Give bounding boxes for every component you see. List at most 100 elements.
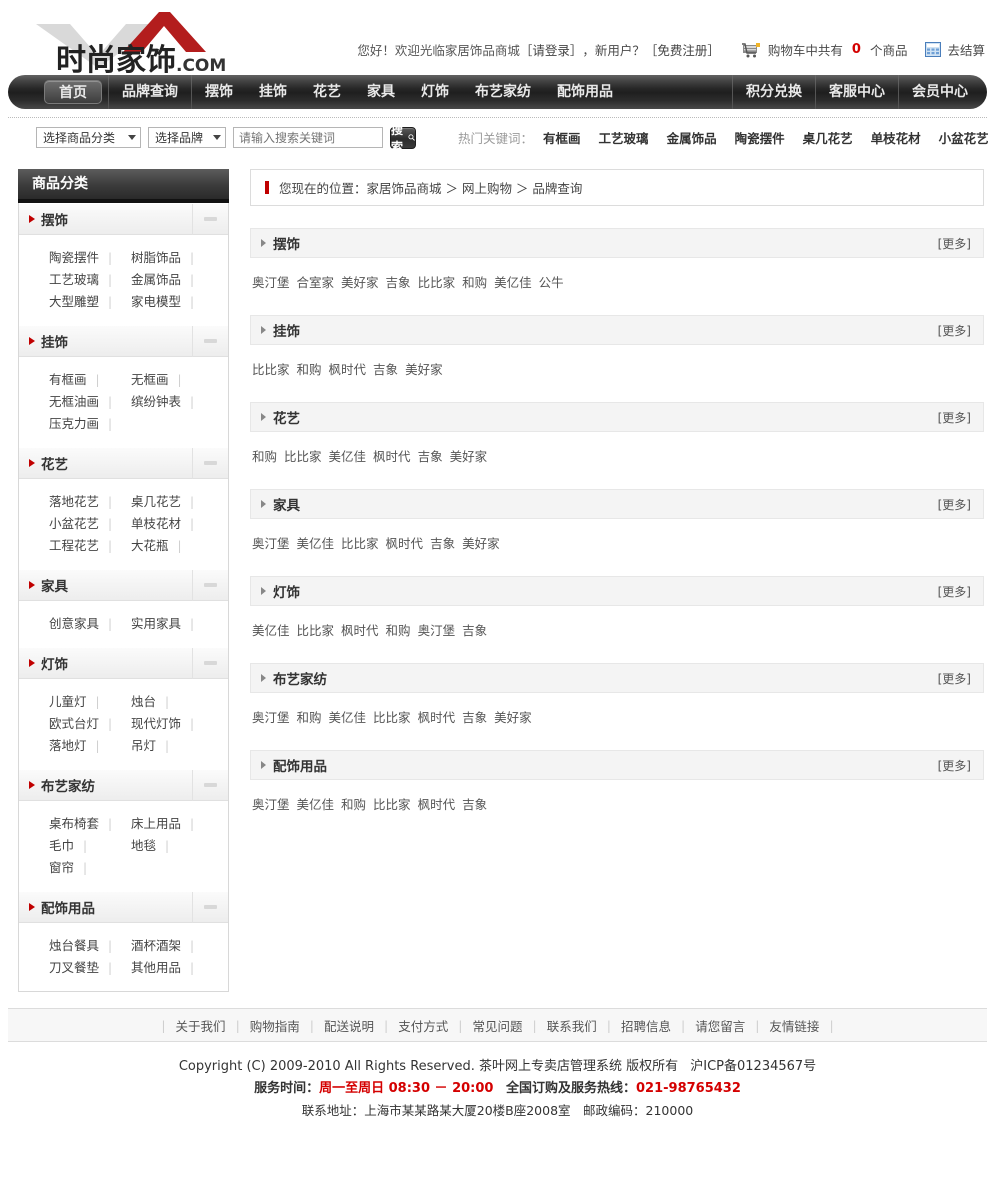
sidebar-sub-item[interactable]: 桌布椅套: [49, 813, 99, 835]
footer-link[interactable]: 友情链接: [759, 1016, 829, 1035]
brand-link[interactable]: 公牛: [539, 275, 564, 290]
more-link[interactable]: [更多]: [938, 583, 971, 600]
nav-item-home[interactable]: 首页: [44, 80, 102, 104]
brand-link[interactable]: 枫时代: [341, 623, 379, 638]
checkout-link[interactable]: 去结算: [925, 40, 985, 59]
brand-link[interactable]: 枫时代: [418, 710, 456, 725]
brand-link[interactable]: 奥汀堡: [252, 536, 290, 551]
footer-link[interactable]: 招聘信息: [611, 1016, 681, 1035]
brand-link[interactable]: 吉象: [462, 797, 487, 812]
nav-item-buyijiafang[interactable]: 布艺家纺: [462, 75, 544, 109]
hot-keyword-4[interactable]: 桌几花艺: [803, 128, 853, 147]
brand-link[interactable]: 吉象: [462, 710, 487, 725]
hot-keyword-3[interactable]: 陶瓷摆件: [735, 128, 785, 147]
nav-item-peishiyongpin[interactable]: 配饰用品: [544, 75, 626, 109]
brand-link[interactable]: 比比家: [373, 710, 411, 725]
sidebar-sub-item[interactable]: 金属饰品: [131, 269, 181, 291]
footer-link[interactable]: 配送说明: [314, 1016, 384, 1035]
sidebar-sub-item[interactable]: 缤纷钟表: [131, 391, 181, 413]
more-link[interactable]: [更多]: [938, 757, 971, 774]
sidebar-group-header[interactable]: 配饰用品: [19, 891, 228, 923]
footer-link[interactable]: 购物指南: [240, 1016, 310, 1035]
brand-link[interactable]: 美亿佳: [329, 710, 367, 725]
brand-link[interactable]: 奥汀堡: [252, 797, 290, 812]
sidebar-sub-item[interactable]: 有框画: [49, 369, 87, 391]
footer-link[interactable]: 支付方式: [388, 1016, 458, 1035]
nav-item-dengshi[interactable]: 灯饰: [408, 75, 462, 109]
brand-link[interactable]: 奥汀堡: [252, 275, 290, 290]
brand-link[interactable]: 美亿佳: [297, 797, 335, 812]
nav-item-jiaju[interactable]: 家具: [354, 75, 408, 109]
sidebar-sub-item[interactable]: 欧式台灯: [49, 713, 99, 735]
sidebar-sub-item[interactable]: 创意家具: [49, 613, 99, 635]
brand-link[interactable]: 枫时代: [418, 797, 456, 812]
sidebar-sub-item[interactable]: 床上用品: [131, 813, 181, 835]
sidebar-sub-item[interactable]: 落地灯: [49, 735, 87, 757]
brand-link[interactable]: 比比家: [341, 536, 379, 551]
sidebar-sub-item[interactable]: 窗帘: [49, 857, 74, 879]
sidebar-sub-item[interactable]: 酒杯酒架: [131, 935, 181, 957]
brand-link[interactable]: 美亿佳: [297, 536, 335, 551]
collapse-button[interactable]: [192, 569, 228, 601]
hot-keyword-6[interactable]: 小盆花艺: [939, 128, 989, 147]
brand-link[interactable]: 枫时代: [329, 362, 367, 377]
brand-link[interactable]: 吉象: [430, 536, 455, 551]
sidebar-sub-item[interactable]: 烛台: [131, 691, 156, 713]
footer-link[interactable]: 联系我们: [537, 1016, 607, 1035]
brand-link[interactable]: 美好家: [494, 710, 532, 725]
sidebar-sub-item[interactable]: 大型雕塑: [49, 291, 99, 313]
collapse-button[interactable]: [192, 647, 228, 679]
sidebar-group-header[interactable]: 布艺家纺: [19, 769, 228, 801]
brand-link[interactable]: 比比家: [373, 797, 411, 812]
brand-link[interactable]: 吉象: [462, 623, 487, 638]
brand-link[interactable]: 吉象: [386, 275, 411, 290]
sidebar-sub-item[interactable]: 刀叉餐垫: [49, 957, 99, 979]
brand-link[interactable]: 合室家: [297, 275, 335, 290]
brand-link[interactable]: 枫时代: [373, 449, 411, 464]
collapse-button[interactable]: [192, 325, 228, 357]
sidebar-sub-item[interactable]: 现代灯饰: [131, 713, 181, 735]
sidebar-sub-item[interactable]: 其他用品: [131, 957, 181, 979]
sidebar-sub-item[interactable]: 毛巾: [49, 835, 74, 857]
nav-item-service-center[interactable]: 客服中心: [816, 75, 898, 109]
brand-link[interactable]: 美好家: [462, 536, 500, 551]
brand-link[interactable]: 和购: [252, 449, 277, 464]
brand-link[interactable]: 奥汀堡: [418, 623, 456, 638]
brand-link[interactable]: 和购: [386, 623, 411, 638]
sidebar-sub-item[interactable]: 吊灯: [131, 735, 156, 757]
nav-item-guashi[interactable]: 挂饰: [246, 75, 300, 109]
sidebar-sub-item[interactable]: 儿童灯: [49, 691, 87, 713]
brand-link[interactable]: 枫时代: [386, 536, 424, 551]
sidebar-sub-item[interactable]: 实用家具: [131, 613, 181, 635]
brand-link[interactable]: 奥汀堡: [252, 710, 290, 725]
cart-summary[interactable]: 购物车中共有 0 个商品: [741, 40, 907, 59]
footer-link[interactable]: 常见问题: [462, 1016, 532, 1035]
collapse-button[interactable]: [192, 203, 228, 235]
nav-item-points-exchange[interactable]: 积分兑换: [733, 75, 815, 109]
nav-item-member-center[interactable]: 会员中心: [899, 75, 981, 109]
brand-link[interactable]: 和购: [462, 275, 487, 290]
brand-link[interactable]: 美亿佳: [252, 623, 290, 638]
sidebar-sub-item[interactable]: 单枝花材: [131, 513, 181, 535]
brand-link[interactable]: 吉象: [418, 449, 443, 464]
sidebar-sub-item[interactable]: 小盆花艺: [49, 513, 99, 535]
sidebar-sub-item[interactable]: 大花瓶: [131, 535, 169, 557]
nav-item-huayi[interactable]: 花艺: [300, 75, 354, 109]
sidebar-sub-item[interactable]: 树脂饰品: [131, 247, 181, 269]
brand-link[interactable]: 和购: [297, 710, 322, 725]
brand-select[interactable]: 选择品牌: [148, 127, 226, 148]
brand-link[interactable]: 美好家: [450, 449, 488, 464]
collapse-button[interactable]: [192, 447, 228, 479]
nav-item-brand-query[interactable]: 品牌查询: [109, 75, 191, 109]
brand-link[interactable]: 比比家: [284, 449, 322, 464]
site-logo[interactable]: 时尚家饰 .COM: [18, 6, 248, 78]
sidebar-sub-item[interactable]: 桌几花艺: [131, 491, 181, 513]
collapse-button[interactable]: [192, 891, 228, 923]
hot-keyword-0[interactable]: 有框画: [543, 128, 581, 147]
footer-link[interactable]: 请您留言: [685, 1016, 755, 1035]
footer-link[interactable]: 关于我们: [166, 1016, 236, 1035]
register-link[interactable]: ［免费注册］: [645, 40, 720, 59]
sidebar-sub-item[interactable]: 无框画: [131, 369, 169, 391]
sidebar-sub-item[interactable]: 地毯: [131, 835, 156, 857]
more-link[interactable]: [更多]: [938, 670, 971, 687]
